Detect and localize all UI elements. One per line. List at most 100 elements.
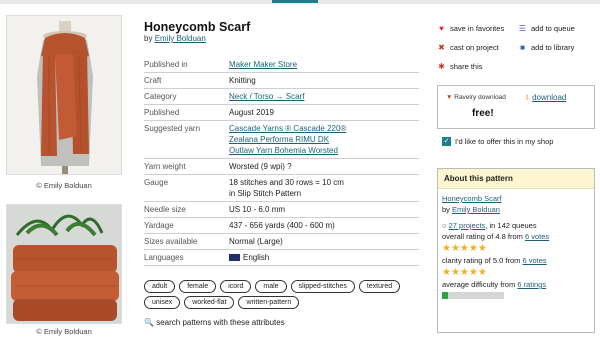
download-icon: ▼ xyxy=(446,94,453,101)
attribute-tag[interactable]: adult xyxy=(144,280,176,293)
download-link[interactable]: download xyxy=(532,93,566,102)
clarity-rating-stars: ★★★★★ xyxy=(442,267,487,278)
save-favorites-button[interactable]: ♥ save in favorites xyxy=(437,24,504,33)
details-row: Needle size US 10 - 6.0 mm xyxy=(144,202,419,218)
library-icon: ■ xyxy=(520,43,525,52)
details-link[interactable]: Zealana Performa RIMU DK xyxy=(229,135,329,144)
share-label: share this xyxy=(450,62,483,71)
overall-votes-link[interactable]: 6 votes xyxy=(525,232,549,241)
share-icon: ✱ xyxy=(438,62,445,71)
details-row: Languages English xyxy=(144,250,419,266)
scarf-mannequin-image xyxy=(7,16,121,174)
attribute-tags: adult female icord male slipped-stitches text… xyxy=(144,280,419,309)
search-icon: 🔍 xyxy=(144,318,154,327)
offer-checkbox[interactable]: ✓ xyxy=(442,137,451,146)
details-link[interactable]: Cascade Yarns ® Cascade 220® xyxy=(229,124,346,133)
difficulty-bar-fill xyxy=(442,292,449,299)
designer-link[interactable]: Emily Bolduan xyxy=(155,34,206,43)
ravelry-download-label: ▼ Ravelry download xyxy=(446,94,506,101)
heart-icon: ♥ xyxy=(439,24,444,33)
about-pattern-name-link[interactable]: Honeycomb Scarf xyxy=(442,194,502,203)
details-row: Published in Maker Maker Store xyxy=(144,57,419,73)
top-tab-bar xyxy=(0,0,600,4)
add-to-queue-button[interactable]: ☰ add to queue xyxy=(518,24,575,33)
uk-flag-icon xyxy=(229,254,240,261)
folded-scarf-image xyxy=(7,205,121,323)
attribute-tag[interactable]: male xyxy=(255,280,287,293)
about-designer-link[interactable]: Emily Bolduan xyxy=(452,205,500,214)
details-value: 18 stitches and 30 rows = 10 cm in Slip S… xyxy=(229,177,419,199)
queues-text: , in 142 queues xyxy=(485,221,537,230)
details-value: Maker Maker Store xyxy=(229,59,419,70)
attribute-tag[interactable]: worked-flat xyxy=(184,296,235,309)
clarity-votes-link[interactable]: 6 votes xyxy=(522,256,546,265)
details-label: Languages xyxy=(144,253,184,262)
details-label: Suggested yarn xyxy=(144,124,201,133)
offer-label: I'd like to offer this in my shop xyxy=(455,137,554,146)
search-attributes-link[interactable]: 🔍 search patterns with these attributes xyxy=(144,318,285,327)
overall-rating-text: overall rating of 4.8 from xyxy=(442,232,523,241)
details-label: Craft xyxy=(144,76,162,85)
about-by: by xyxy=(442,205,450,214)
download-link-wrap: ⇩ download xyxy=(524,93,566,102)
about-pattern-panel: About this pattern Honeycomb Scarf by Em… xyxy=(437,168,595,333)
add-to-queue-label: add to queue xyxy=(531,24,575,33)
details-text: 18 stitches and 30 rows = 10 cm xyxy=(229,178,344,187)
pattern-title: Honeycomb Scarf xyxy=(144,20,251,34)
details-text: US 10 - 6.0 mm xyxy=(229,205,286,214)
details-value: Worsted (9 wpi) ? xyxy=(229,161,419,172)
cast-on-button[interactable]: ✖ cast on project xyxy=(437,43,499,52)
attribute-tag[interactable]: unisex xyxy=(144,296,181,309)
details-label: Category xyxy=(144,92,177,101)
details-text: in Slip Stitch Pattern xyxy=(229,189,302,198)
pattern-photo-secondary[interactable] xyxy=(6,204,122,324)
attribute-tag[interactable]: slipped-stitches xyxy=(290,280,355,293)
difficulty-text: average difficulty from xyxy=(442,280,516,289)
details-link[interactable]: Neck / Torso → Scarf xyxy=(229,92,304,101)
download-arrow-icon: ⇩ xyxy=(524,95,530,102)
projects-link[interactable]: 27 projects xyxy=(449,221,486,230)
details-label: Sizes available xyxy=(144,237,198,246)
difficulty-ratings-link[interactable]: 6 ratings xyxy=(517,280,546,289)
details-row: Craft Knitting xyxy=(144,73,419,89)
details-label: Published xyxy=(144,108,180,117)
queue-icon: ☰ xyxy=(518,24,527,33)
save-favorites-label: save in favorites xyxy=(450,24,505,33)
clarity-rating-text: clarity rating of 5.0 from xyxy=(442,256,521,265)
details-value: English xyxy=(229,252,419,263)
search-attributes-label: search patterns with these attributes xyxy=(156,318,285,327)
attribute-tag[interactable]: written-pattern xyxy=(238,296,300,309)
photo-credit: © Emily Bolduan xyxy=(36,181,92,190)
add-to-library-button[interactable]: ■ add to library xyxy=(518,43,574,52)
details-text: Knitting xyxy=(229,76,256,85)
price-label: free! xyxy=(472,108,494,119)
details-row: Gauge 18 stitches and 30 rows = 10 cm in S… xyxy=(144,175,419,202)
details-label: Yarn weight xyxy=(144,162,186,171)
pattern-byline: by Emily Bolduan xyxy=(144,34,206,43)
details-link[interactable]: Outlaw Yarn Bohemia Worsted xyxy=(229,146,338,155)
cast-on-label: cast on project xyxy=(450,43,499,52)
pattern-photo-main[interactable] xyxy=(6,15,122,175)
details-value: August 2019 xyxy=(229,107,419,118)
overall-rating-stars: ★★★★★ xyxy=(442,243,487,254)
needles-icon: ✖ xyxy=(438,43,445,52)
details-link[interactable]: Maker Maker Store xyxy=(229,60,297,69)
byline-prefix: by xyxy=(144,34,153,43)
attribute-tag[interactable]: icord xyxy=(220,280,252,293)
offer-in-shop-option[interactable]: ✓ I'd like to offer this in my shop xyxy=(442,137,553,146)
attribute-tag[interactable]: textured xyxy=(358,280,401,293)
details-text: Worsted (9 wpi) ? xyxy=(229,162,292,171)
projects-icon: ○ xyxy=(442,221,447,230)
about-header: About this pattern xyxy=(438,169,594,189)
details-text: August 2019 xyxy=(229,108,274,117)
pattern-details-table: Published in Maker Maker Store Craft Knitti… xyxy=(144,57,419,266)
details-label: Gauge xyxy=(144,178,169,187)
details-text: Normal (Large) xyxy=(229,237,283,246)
details-row: Published August 2019 xyxy=(144,105,419,121)
attribute-tag[interactable]: female xyxy=(179,280,217,293)
details-value: Neck / Torso → Scarf xyxy=(229,91,419,102)
details-text: 437 - 656 yards (400 - 600 m) xyxy=(229,221,335,230)
details-label: Yardage xyxy=(144,221,174,230)
share-button[interactable]: ✱ share this xyxy=(437,62,483,71)
details-label: Published in xyxy=(144,60,188,69)
